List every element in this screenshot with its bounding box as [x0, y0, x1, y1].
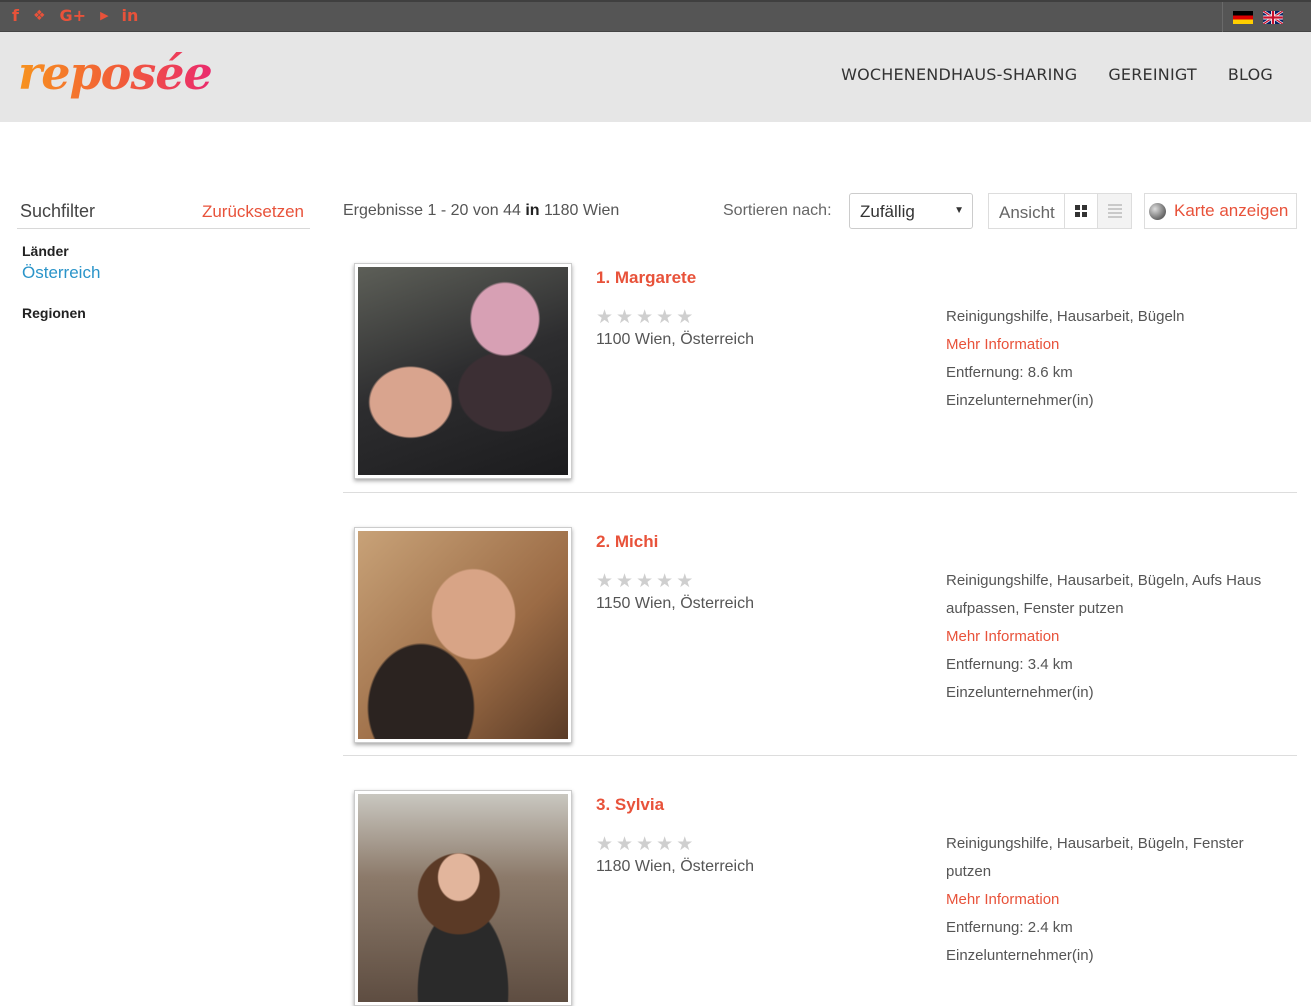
- star-icon: ★: [596, 306, 614, 328]
- star-icon: ★: [656, 570, 674, 592]
- language-switcher: [1222, 2, 1283, 32]
- google-plus-icon[interactable]: G+: [60, 7, 87, 25]
- star-icon: ★: [676, 570, 694, 592]
- filter-title: Suchfilter: [20, 201, 96, 221]
- provider-type: Einzelunternehmer(in): [946, 392, 1094, 409]
- services-list: Reinigungshilfe, Hausarbeit, Bügeln: [946, 308, 1185, 325]
- sort-selected-value: Zufällig: [860, 202, 915, 221]
- results-location: 1180 Wien: [544, 202, 620, 219]
- services-list: Reinigungshilfe, Hausarbeit, Bügeln, Fen…: [946, 835, 1244, 880]
- result-location: 1180 Wien, Österreich: [596, 858, 754, 875]
- provider-type: Einzelunternehmer(in): [946, 947, 1094, 964]
- star-icon: ★: [656, 833, 674, 855]
- countries-label: Länder: [22, 243, 69, 259]
- sort-label: Sortieren nach:: [723, 202, 832, 219]
- rating-stars: ★ ★ ★ ★ ★: [596, 835, 693, 854]
- more-info-link[interactable]: Mehr Information: [946, 623, 1286, 651]
- view-toggle: Ansicht: [988, 193, 1132, 229]
- rating-stars: ★ ★ ★ ★ ★: [596, 308, 693, 327]
- result-location: 1100 Wien, Österreich: [596, 331, 754, 348]
- result-name[interactable]: 3. Sylvia: [596, 795, 664, 815]
- star-icon: ★: [656, 306, 674, 328]
- distance-text: Entfernung: 3.4 km: [946, 656, 1073, 673]
- social-links: f ❖ G+ ▶ in: [12, 7, 138, 25]
- show-map-label: Karte anzeigen: [1174, 201, 1289, 220]
- provider-type: Einzelunternehmer(in): [946, 684, 1094, 701]
- result-details: Reinigungshilfe, Hausarbeit, Bügeln Mehr…: [946, 303, 1286, 415]
- globe-icon: [1149, 202, 1166, 220]
- site-header: reposée WOCHENENDHAUS-SHARING GEREINIGT …: [0, 32, 1311, 122]
- result-card: 2. Michi ★ ★ ★ ★ ★ 1150 Wien, Österreich Rei…: [343, 526, 1297, 756]
- country-filter-austria[interactable]: Österreich: [22, 263, 310, 283]
- star-icon: ★: [676, 833, 694, 855]
- results-in-word: in: [525, 202, 540, 219]
- main-nav: WOCHENENDHAUS-SHARING GEREINIGT BLOG: [841, 65, 1273, 84]
- view-label: Ansicht: [989, 194, 1065, 228]
- sort-select[interactable]: Zufällig ▼: [849, 193, 973, 229]
- results-summary: Ergebnisse 1 - 20 von 44 in 1180 Wien: [343, 202, 619, 220]
- profile-photo[interactable]: [354, 527, 572, 743]
- more-info-link[interactable]: Mehr Information: [946, 886, 1286, 914]
- facebook-icon[interactable]: f: [12, 7, 19, 25]
- grid-icon: [1075, 205, 1087, 217]
- result-name[interactable]: 2. Michi: [596, 532, 658, 552]
- result-location: 1150 Wien, Österreich: [596, 595, 754, 612]
- grid-view-button[interactable]: [1065, 194, 1098, 228]
- youtube-icon[interactable]: ▶: [100, 7, 109, 25]
- uk-flag-icon[interactable]: [1263, 10, 1283, 24]
- results-range: Ergebnisse 1 - 20 von 44: [343, 202, 521, 219]
- list-icon: [1107, 204, 1122, 218]
- nav-gereinigt[interactable]: GEREINIGT: [1108, 65, 1197, 84]
- regions-label: Regionen: [22, 305, 86, 321]
- show-map-button[interactable]: Karte anzeigen: [1144, 193, 1297, 229]
- site-logo[interactable]: reposée: [18, 46, 213, 100]
- more-info-link[interactable]: Mehr Information: [946, 331, 1286, 359]
- linkedin-icon[interactable]: in: [122, 7, 139, 25]
- result-card: 3. Sylvia ★ ★ ★ ★ ★ 1180 Wien, Österreich Re…: [343, 789, 1297, 1006]
- reset-filters-link[interactable]: Zurücksetzen: [202, 202, 304, 222]
- star-icon: ★: [596, 833, 614, 855]
- profile-photo[interactable]: [354, 263, 572, 479]
- star-icon: ★: [616, 306, 634, 328]
- distance-text: Entfernung: 8.6 km: [946, 364, 1073, 381]
- star-icon: ★: [636, 833, 654, 855]
- star-icon: ★: [636, 306, 654, 328]
- result-details: Reinigungshilfe, Hausarbeit, Bügeln, Fen…: [946, 830, 1286, 970]
- result-name[interactable]: 1. Margarete: [596, 268, 696, 288]
- star-icon: ★: [616, 570, 634, 592]
- rating-stars: ★ ★ ★ ★ ★: [596, 572, 693, 591]
- german-flag-icon[interactable]: [1233, 10, 1253, 24]
- distance-text: Entfernung: 2.4 km: [946, 919, 1073, 936]
- search-filter-sidebar: Suchfilter Zurücksetzen Länder Österreic…: [17, 195, 310, 321]
- star-icon: ★: [676, 306, 694, 328]
- top-bar: f ❖ G+ ▶ in: [0, 0, 1311, 32]
- dropdown-arrow-icon: ▼: [954, 205, 964, 216]
- twitter-icon[interactable]: ❖: [33, 7, 46, 25]
- filter-header: Suchfilter Zurücksetzen: [17, 195, 310, 229]
- result-details: Reinigungshilfe, Hausarbeit, Bügeln, Auf…: [946, 567, 1286, 707]
- star-icon: ★: [636, 570, 654, 592]
- star-icon: ★: [616, 833, 634, 855]
- services-list: Reinigungshilfe, Hausarbeit, Bügeln, Auf…: [946, 572, 1262, 617]
- profile-photo[interactable]: [354, 790, 572, 1006]
- list-view-button[interactable]: [1098, 194, 1131, 228]
- result-card: 1. Margarete ★ ★ ★ ★ ★ 1100 Wien, Österreich…: [343, 262, 1297, 493]
- nav-blog[interactable]: BLOG: [1228, 65, 1273, 84]
- star-icon: ★: [596, 570, 614, 592]
- nav-weekend-house-sharing[interactable]: WOCHENENDHAUS-SHARING: [841, 65, 1077, 84]
